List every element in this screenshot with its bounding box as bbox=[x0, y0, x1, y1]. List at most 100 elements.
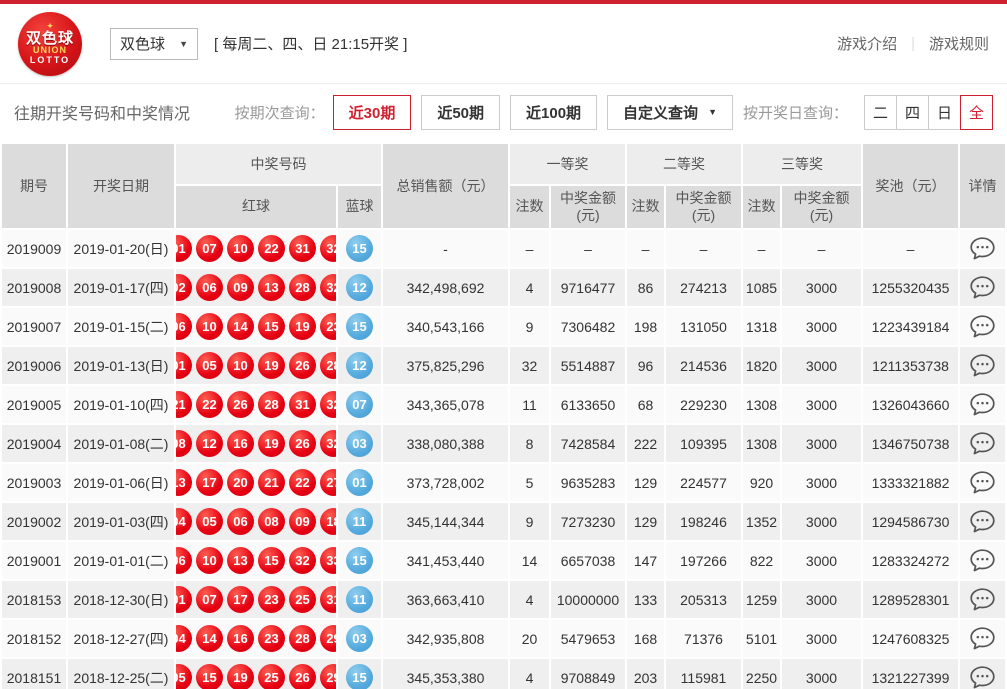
red-ball: 29 bbox=[320, 625, 336, 652]
period-button[interactable]: 近100期 bbox=[510, 95, 597, 130]
blue-ball-cell: 12 bbox=[338, 269, 381, 306]
detail-button[interactable] bbox=[968, 625, 997, 652]
game-select-value: 双色球 bbox=[120, 33, 165, 54]
blue-ball-cell: 12 bbox=[338, 347, 381, 384]
blue-ball-cell: 03 bbox=[338, 620, 381, 657]
prize3-count-cell: 1085 bbox=[743, 269, 780, 306]
detail-cell bbox=[960, 464, 1005, 501]
red-ball: 14 bbox=[196, 625, 223, 652]
day-button[interactable]: 日 bbox=[928, 95, 961, 130]
prize2-amount-cell: 205313 bbox=[666, 581, 741, 618]
red-ball: 01 bbox=[176, 586, 192, 613]
detail-button[interactable] bbox=[968, 235, 997, 262]
issue-cell: 2018151 bbox=[2, 659, 66, 689]
day-button[interactable]: 二 bbox=[864, 95, 897, 130]
prize2-amount-cell: 115981 bbox=[666, 659, 741, 689]
red-ball: 31 bbox=[289, 235, 316, 262]
period-button[interactable]: 近30期 bbox=[333, 95, 412, 130]
game-select-dropdown[interactable]: 双色球 ▼ bbox=[110, 28, 198, 60]
date-cell: 2019-01-20(日) bbox=[68, 230, 174, 267]
detail-button[interactable] bbox=[968, 547, 997, 574]
red-ball: 28 bbox=[289, 274, 316, 301]
red-balls-cell: 212226283132 bbox=[176, 386, 336, 423]
period-button[interactable]: 近50期 bbox=[421, 95, 500, 130]
prize3-amount-cell: 3000 bbox=[782, 542, 861, 579]
prize3-amount-cell: 3000 bbox=[782, 347, 861, 384]
game-rules-link[interactable]: 游戏规则 bbox=[929, 33, 989, 54]
prize1-amount-cell: 9708849 bbox=[551, 659, 625, 689]
blue-ball: 11 bbox=[346, 586, 373, 613]
prize1-amount-cell: 10000000 bbox=[551, 581, 625, 618]
prize1-count-cell: 11 bbox=[510, 386, 549, 423]
prize3-count-cell: 822 bbox=[743, 542, 780, 579]
red-ball: 13 bbox=[227, 547, 254, 574]
detail-button[interactable] bbox=[968, 469, 997, 496]
red-ball: 12 bbox=[196, 430, 223, 457]
prize1-count-cell: 14 bbox=[510, 542, 549, 579]
red-balls-cell: 010510192628 bbox=[176, 347, 336, 384]
issue-cell: 2019003 bbox=[2, 464, 66, 501]
comment-bubble-icon bbox=[970, 315, 995, 338]
red-balls-cell: 041416232829 bbox=[176, 620, 336, 657]
pool-cell: 1333321882 bbox=[863, 464, 958, 501]
blue-ball: 12 bbox=[346, 274, 373, 301]
detail-button[interactable] bbox=[968, 664, 997, 689]
red-balls-cell: 010717232531 bbox=[176, 581, 336, 618]
red-ball: 01 bbox=[176, 235, 192, 262]
prize1-amount-cell: 9635283 bbox=[551, 464, 625, 501]
prize1-count-cell: 32 bbox=[510, 347, 549, 384]
red-ball: 06 bbox=[196, 274, 223, 301]
prize3-amount-cell: 3000 bbox=[782, 308, 861, 345]
red-ball: 07 bbox=[196, 586, 223, 613]
day-button-group: 二四日全 bbox=[864, 95, 993, 130]
red-ball: 08 bbox=[258, 508, 285, 535]
blue-ball-cell: 15 bbox=[338, 542, 381, 579]
prize2-amount-cell: 131050 bbox=[666, 308, 741, 345]
prize3-amount-cell: 3000 bbox=[782, 503, 861, 540]
red-ball: 26 bbox=[289, 352, 316, 379]
prize3-count-cell: – bbox=[743, 230, 780, 267]
prize1-count-cell: 4 bbox=[510, 581, 549, 618]
pool-cell: 1294586730 bbox=[863, 503, 958, 540]
red-ball: 09 bbox=[227, 274, 254, 301]
prize2-count-cell: 222 bbox=[627, 425, 664, 462]
game-intro-link[interactable]: 游戏介绍 bbox=[837, 33, 897, 54]
custom-query-dropdown[interactable]: 自定义查询 ▼ bbox=[607, 95, 733, 130]
filter-controls: 按期次查询： 近30期近50期近100期 自定义查询 ▼ 按开奖日查询： 二四日… bbox=[235, 95, 993, 130]
sales-cell: - bbox=[383, 230, 508, 267]
detail-button[interactable] bbox=[968, 274, 997, 301]
prize1-amount-cell: 9716477 bbox=[551, 269, 625, 306]
detail-button[interactable] bbox=[968, 313, 997, 340]
sales-cell: 342,498,692 bbox=[383, 269, 508, 306]
period-query-label: 按期次查询： bbox=[235, 102, 325, 123]
col-header-prize2: 二等奖 bbox=[627, 144, 741, 184]
prize2-count-cell: 133 bbox=[627, 581, 664, 618]
day-button[interactable]: 全 bbox=[960, 95, 993, 130]
table-row: 20190022019-01-03(四)04050608091811345,14… bbox=[2, 503, 1005, 540]
day-button[interactable]: 四 bbox=[896, 95, 929, 130]
issue-cell: 2019007 bbox=[2, 308, 66, 345]
pool-cell: 1211353738 bbox=[863, 347, 958, 384]
table-row: 20181512018-12-25(二)05151925262915345,35… bbox=[2, 659, 1005, 689]
comment-bubble-icon bbox=[970, 666, 995, 689]
detail-button[interactable] bbox=[968, 586, 997, 613]
red-balls-cell: 061013153233 bbox=[176, 542, 336, 579]
detail-button[interactable] bbox=[968, 508, 997, 535]
red-ball: 31 bbox=[320, 586, 336, 613]
blue-ball-cell: 15 bbox=[338, 308, 381, 345]
prize3-amount-cell: 3000 bbox=[782, 464, 861, 501]
prize3-count-cell: 1308 bbox=[743, 386, 780, 423]
date-cell: 2019-01-01(二) bbox=[68, 542, 174, 579]
red-ball: 31 bbox=[289, 391, 316, 418]
red-ball: 23 bbox=[258, 625, 285, 652]
blue-ball-cell: 15 bbox=[338, 230, 381, 267]
col-header-date: 开奖日期 bbox=[68, 144, 174, 228]
detail-button[interactable] bbox=[968, 430, 997, 457]
prize1-amount-cell: – bbox=[551, 230, 625, 267]
issue-cell: 2019002 bbox=[2, 503, 66, 540]
pool-cell: 1326043660 bbox=[863, 386, 958, 423]
red-ball: 28 bbox=[320, 352, 336, 379]
detail-cell bbox=[960, 308, 1005, 345]
detail-button[interactable] bbox=[968, 391, 997, 418]
detail-button[interactable] bbox=[968, 352, 997, 379]
